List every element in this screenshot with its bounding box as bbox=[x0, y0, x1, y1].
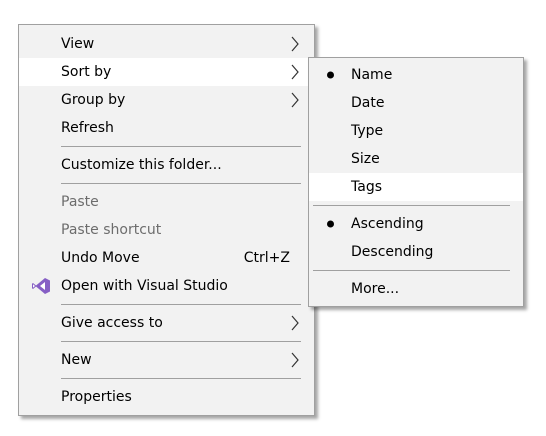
sort-item-name[interactable]: Name bbox=[309, 61, 523, 89]
menu-item-label: Customize this folder... bbox=[61, 157, 222, 173]
menu-item-label: Properties bbox=[61, 389, 132, 405]
menu-item-label: Ascending bbox=[351, 216, 424, 232]
menu-item-sort-by[interactable]: Sort by bbox=[19, 58, 314, 86]
menu-item-label: Group by bbox=[61, 92, 126, 108]
menu-item-label: Size bbox=[351, 151, 380, 167]
sort-by-submenu: Name Date Type Size Tags Ascending Desce… bbox=[308, 57, 524, 307]
chevron-right-icon bbox=[291, 315, 299, 331]
menu-separator bbox=[61, 304, 301, 305]
menu-item-label: Open with Visual Studio bbox=[61, 278, 228, 294]
menu-item-label: Date bbox=[351, 95, 385, 111]
menu-item-label: Type bbox=[351, 123, 384, 139]
menu-item-paste: Paste bbox=[19, 188, 314, 216]
menu-separator bbox=[61, 146, 301, 147]
menu-item-view[interactable]: View bbox=[19, 30, 314, 58]
chevron-right-icon bbox=[291, 36, 299, 52]
menu-item-label: Give access to bbox=[61, 315, 163, 331]
chevron-right-icon bbox=[291, 64, 299, 80]
sort-item-descending[interactable]: Descending bbox=[309, 238, 523, 266]
menu-item-properties[interactable]: Properties bbox=[19, 383, 314, 411]
menu-item-undo-move[interactable]: Undo Move Ctrl+Z bbox=[19, 244, 314, 272]
sort-item-type[interactable]: Type bbox=[309, 117, 523, 145]
menu-item-new[interactable]: New bbox=[19, 346, 314, 374]
menu-item-give-access[interactable]: Give access to bbox=[19, 309, 314, 337]
menu-item-label: Refresh bbox=[61, 120, 114, 136]
menu-item-label: Name bbox=[351, 67, 393, 83]
menu-item-label: More... bbox=[351, 281, 400, 297]
sort-item-date[interactable]: Date bbox=[309, 89, 523, 117]
menu-item-label: New bbox=[61, 352, 92, 368]
menu-item-refresh[interactable]: Refresh bbox=[19, 114, 314, 142]
menu-item-label: Paste shortcut bbox=[61, 222, 162, 238]
chevron-right-icon bbox=[291, 352, 299, 368]
menu-item-label: Tags bbox=[351, 179, 382, 195]
menu-item-label: Undo Move bbox=[61, 250, 140, 266]
visual-studio-icon bbox=[32, 278, 50, 294]
menu-separator bbox=[61, 183, 301, 184]
menu-item-label: Sort by bbox=[61, 64, 112, 80]
bullet-icon bbox=[327, 220, 334, 228]
menu-separator bbox=[313, 270, 510, 271]
menu-item-label: View bbox=[61, 36, 95, 52]
menu-item-paste-shortcut: Paste shortcut bbox=[19, 216, 314, 244]
menu-item-customize-folder[interactable]: Customize this folder... bbox=[19, 151, 314, 179]
keyboard-shortcut: Ctrl+Z bbox=[243, 250, 290, 266]
bullet-icon bbox=[327, 71, 334, 79]
menu-item-group-by[interactable]: Group by bbox=[19, 86, 314, 114]
sort-item-more[interactable]: More... bbox=[309, 275, 523, 303]
sort-item-ascending[interactable]: Ascending bbox=[309, 210, 523, 238]
menu-item-label: Descending bbox=[351, 244, 434, 260]
menu-separator bbox=[313, 205, 510, 206]
menu-separator bbox=[61, 378, 301, 379]
chevron-right-icon bbox=[291, 92, 299, 108]
menu-separator bbox=[61, 341, 301, 342]
context-menu: View Sort by Group by Refresh Customize … bbox=[18, 24, 315, 416]
menu-item-label: Paste bbox=[61, 194, 99, 210]
sort-item-tags[interactable]: Tags bbox=[309, 173, 523, 201]
menu-item-open-visual-studio[interactable]: Open with Visual Studio bbox=[19, 272, 314, 300]
sort-item-size[interactable]: Size bbox=[309, 145, 523, 173]
